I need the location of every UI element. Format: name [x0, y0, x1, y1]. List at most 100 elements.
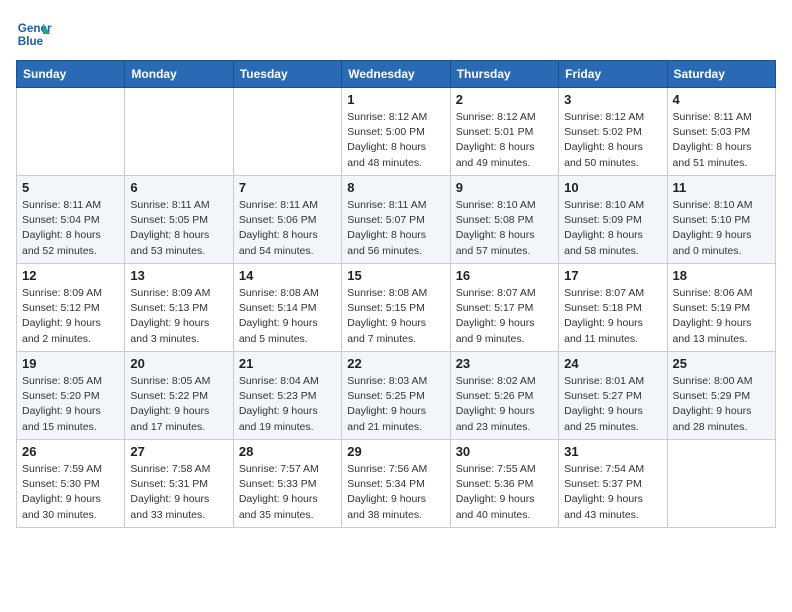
calendar-cell: 19Sunrise: 8:05 AMSunset: 5:20 PMDayligh… [17, 352, 125, 440]
day-number: 31 [564, 444, 661, 459]
calendar-cell: 16 Sunrise: 8:07 AMSunset: 5:17 PMDayligh… [450, 264, 558, 352]
weekday-header-row: SundayMondayTuesdayWednesdayThursdayFrid… [17, 61, 776, 88]
day-number: 17 [564, 268, 661, 283]
calendar-cell: 24 Sunrise: 8:01 AMSunset: 5:27 PMDayligh… [559, 352, 667, 440]
day-number: 25 [673, 356, 770, 371]
day-info: Sunrise: 8:07 AMSunset: 5:17 PMDaylight:… [456, 286, 553, 347]
day-info: Sunrise: 7:58 AMSunset: 5:31 PMDaylight:… [130, 462, 227, 523]
day-info: Sunrise: 8:08 AMSunset: 5:14 PMDaylight:… [239, 286, 336, 347]
day-info: Sunrise: 8:07 AMSunset: 5:18 PMDaylight:… [564, 286, 661, 347]
day-info: Sunrise: 7:56 AMSunset: 5:34 PMDaylight:… [347, 462, 444, 523]
calendar-week-3: 12 Sunrise: 8:09 AMSunset: 5:12 PMDayligh… [17, 264, 776, 352]
calendar-cell: 17 Sunrise: 8:07 AMSunset: 5:18 PMDayligh… [559, 264, 667, 352]
calendar-cell: 27 Sunrise: 7:58 AMSunset: 5:31 PMDayligh… [125, 440, 233, 528]
day-number: 8 [347, 180, 444, 195]
day-info: Sunrise: 8:00 AMSunset: 5:29 PMDaylight:… [673, 374, 770, 435]
calendar-week-2: 5 Sunrise: 8:11 AMSunset: 5:04 PMDaylight… [17, 176, 776, 264]
calendar-cell: 31 Sunrise: 7:54 AMSunset: 5:37 PMDayligh… [559, 440, 667, 528]
day-number: 1 [347, 92, 444, 107]
weekday-header-thursday: Thursday [450, 61, 558, 88]
day-number: 5 [22, 180, 119, 195]
day-info: Sunrise: 8:11 AMSunset: 5:06 PMDaylight:… [239, 198, 336, 259]
day-number: 22 [347, 356, 444, 371]
calendar-cell: 29 Sunrise: 7:56 AMSunset: 5:34 PMDayligh… [342, 440, 450, 528]
day-number: 18 [673, 268, 770, 283]
day-number: 2 [456, 92, 553, 107]
day-info: Sunrise: 8:02 AMSunset: 5:26 PMDaylight:… [456, 374, 553, 435]
day-info: Sunrise: 7:57 AMSunset: 5:33 PMDaylight:… [239, 462, 336, 523]
day-info: Sunrise: 8:03 AMSunset: 5:25 PMDaylight:… [347, 374, 444, 435]
day-number: 13 [130, 268, 227, 283]
day-number: 3 [564, 92, 661, 107]
day-number: 10 [564, 180, 661, 195]
calendar-cell: 4 Sunrise: 8:11 AMSunset: 5:03 PMDaylight… [667, 88, 775, 176]
day-info: Sunrise: 8:01 AMSunset: 5:27 PMDaylight:… [564, 374, 661, 435]
calendar-cell: 25 Sunrise: 8:00 AMSunset: 5:29 PMDayligh… [667, 352, 775, 440]
calendar-cell: 2 Sunrise: 8:12 AMSunset: 5:01 PMDaylight… [450, 88, 558, 176]
day-info: Sunrise: 8:11 AMSunset: 5:03 PMDaylight:… [673, 110, 770, 171]
calendar-cell: 15Sunrise: 8:08 AMSunset: 5:15 PMDayligh… [342, 264, 450, 352]
day-info: Sunrise: 8:11 AMSunset: 5:04 PMDaylight:… [22, 198, 119, 259]
calendar-cell: 26 Sunrise: 7:59 AMSunset: 5:30 PMDayligh… [17, 440, 125, 528]
calendar-cell: 21Sunrise: 8:04 AMSunset: 5:23 PMDayligh… [233, 352, 341, 440]
calendar-cell [125, 88, 233, 176]
day-info: Sunrise: 8:04 AMSunset: 5:23 PMDaylight:… [239, 374, 336, 435]
calendar-cell: 18 Sunrise: 8:06 AMSunset: 5:19 PMDayligh… [667, 264, 775, 352]
calendar-week-1: 1Sunrise: 8:12 AMSunset: 5:00 PMDaylight… [17, 88, 776, 176]
day-info: Sunrise: 8:11 AMSunset: 5:07 PMDaylight:… [347, 198, 444, 259]
weekday-header-saturday: Saturday [667, 61, 775, 88]
day-number: 19 [22, 356, 119, 371]
calendar-cell: 6 Sunrise: 8:11 AMSunset: 5:05 PMDaylight… [125, 176, 233, 264]
calendar-cell: 14 Sunrise: 8:08 AMSunset: 5:14 PMDayligh… [233, 264, 341, 352]
day-info: Sunrise: 8:10 AMSunset: 5:10 PMDaylight:… [673, 198, 770, 259]
day-info: Sunrise: 7:59 AMSunset: 5:30 PMDaylight:… [22, 462, 119, 523]
day-info: Sunrise: 7:55 AMSunset: 5:36 PMDaylight:… [456, 462, 553, 523]
logo: General Blue [16, 16, 52, 52]
day-number: 7 [239, 180, 336, 195]
day-number: 15 [347, 268, 444, 283]
day-info: Sunrise: 7:54 AMSunset: 5:37 PMDaylight:… [564, 462, 661, 523]
day-info: Sunrise: 8:09 AMSunset: 5:13 PMDaylight:… [130, 286, 227, 347]
calendar-table: SundayMondayTuesdayWednesdayThursdayFrid… [16, 60, 776, 528]
day-info: Sunrise: 8:12 AMSunset: 5:01 PMDaylight:… [456, 110, 553, 171]
calendar-cell: 1Sunrise: 8:12 AMSunset: 5:00 PMDaylight… [342, 88, 450, 176]
calendar-body: 1Sunrise: 8:12 AMSunset: 5:00 PMDaylight… [17, 88, 776, 528]
weekday-header-wednesday: Wednesday [342, 61, 450, 88]
day-info: Sunrise: 8:10 AMSunset: 5:08 PMDaylight:… [456, 198, 553, 259]
logo-icon: General Blue [16, 16, 52, 52]
day-number: 6 [130, 180, 227, 195]
day-number: 30 [456, 444, 553, 459]
day-number: 12 [22, 268, 119, 283]
weekday-header-sunday: Sunday [17, 61, 125, 88]
day-info: Sunrise: 8:06 AMSunset: 5:19 PMDaylight:… [673, 286, 770, 347]
day-info: Sunrise: 8:05 AMSunset: 5:22 PMDaylight:… [130, 374, 227, 435]
page-header: General Blue [16, 16, 776, 52]
weekday-header-friday: Friday [559, 61, 667, 88]
calendar-cell: 13 Sunrise: 8:09 AMSunset: 5:13 PMDayligh… [125, 264, 233, 352]
calendar-cell [667, 440, 775, 528]
day-number: 4 [673, 92, 770, 107]
calendar-cell [233, 88, 341, 176]
calendar-cell: 22 Sunrise: 8:03 AMSunset: 5:25 PMDayligh… [342, 352, 450, 440]
day-number: 11 [673, 180, 770, 195]
calendar-week-5: 26 Sunrise: 7:59 AMSunset: 5:30 PMDayligh… [17, 440, 776, 528]
calendar-cell: 3Sunrise: 8:12 AMSunset: 5:02 PMDaylight… [559, 88, 667, 176]
day-number: 23 [456, 356, 553, 371]
day-number: 20 [130, 356, 227, 371]
calendar-cell: 12 Sunrise: 8:09 AMSunset: 5:12 PMDayligh… [17, 264, 125, 352]
day-info: Sunrise: 8:09 AMSunset: 5:12 PMDaylight:… [22, 286, 119, 347]
day-number: 26 [22, 444, 119, 459]
day-number: 24 [564, 356, 661, 371]
day-number: 14 [239, 268, 336, 283]
calendar-cell: 28Sunrise: 7:57 AMSunset: 5:33 PMDayligh… [233, 440, 341, 528]
day-info: Sunrise: 8:10 AMSunset: 5:09 PMDaylight:… [564, 198, 661, 259]
day-number: 27 [130, 444, 227, 459]
calendar-cell: 5 Sunrise: 8:11 AMSunset: 5:04 PMDaylight… [17, 176, 125, 264]
calendar-cell: 20 Sunrise: 8:05 AMSunset: 5:22 PMDayligh… [125, 352, 233, 440]
day-info: Sunrise: 8:11 AMSunset: 5:05 PMDaylight:… [130, 198, 227, 259]
day-number: 16 [456, 268, 553, 283]
svg-text:Blue: Blue [18, 35, 44, 48]
weekday-header-tuesday: Tuesday [233, 61, 341, 88]
day-number: 29 [347, 444, 444, 459]
calendar-cell: 7 Sunrise: 8:11 AMSunset: 5:06 PMDaylight… [233, 176, 341, 264]
